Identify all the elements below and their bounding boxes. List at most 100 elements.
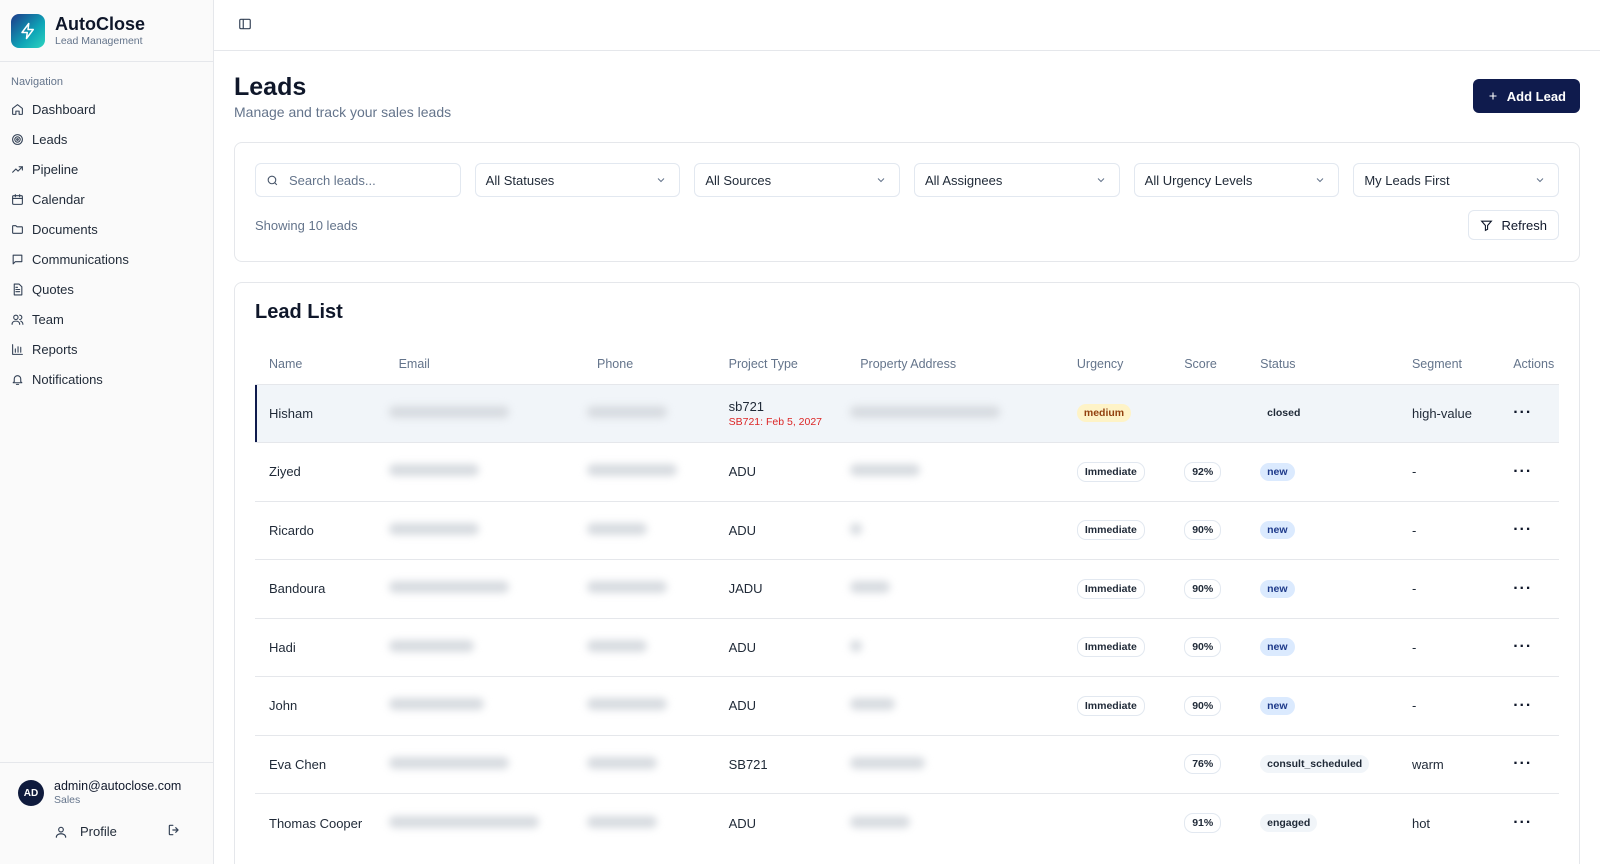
- sidebar-item-pipeline[interactable]: Pipeline: [0, 154, 213, 184]
- chevron-down-icon: [657, 178, 665, 183]
- lead-actions: ···: [1499, 500, 1559, 560]
- sidebar-item-label: Calendar: [32, 191, 85, 207]
- lead-project-type: ADU: [714, 442, 847, 501]
- status-badge: new: [1260, 462, 1295, 481]
- more-actions-icon[interactable]: ···: [1513, 755, 1532, 772]
- table-row[interactable]: Hisham sb721 SB721: Feb 5, 2027 medium c…: [255, 383, 1559, 443]
- lead-phone-redacted: [583, 500, 715, 560]
- column-header-email[interactable]: Email: [385, 344, 583, 384]
- lead-status: new: [1246, 442, 1398, 501]
- column-header-phone[interactable]: Phone: [583, 344, 715, 384]
- urgency-filter-select[interactable]: All Urgency Levels: [1133, 163, 1340, 197]
- lead-email-redacted: [384, 559, 583, 618]
- table-row[interactable]: Ricardo ADU Immediate 90% new - ···: [255, 500, 1559, 560]
- status-badge: new: [1260, 521, 1295, 540]
- lead-segment: -: [1397, 559, 1500, 618]
- avatar: AD: [18, 780, 44, 806]
- sidebar-item-label: Leads: [32, 131, 68, 147]
- chevron-down-icon: [1097, 178, 1105, 183]
- lead-address-redacted: [846, 559, 1063, 618]
- refresh-button[interactable]: Refresh: [1468, 210, 1559, 240]
- lead-actions: ···: [1499, 617, 1559, 677]
- sidebar-item-team[interactable]: Team: [0, 304, 213, 334]
- table-row[interactable]: Bandoura JADU Immediate 90% new - ···: [255, 559, 1559, 618]
- more-actions-icon[interactable]: ···: [1513, 638, 1532, 655]
- more-actions-icon[interactable]: ···: [1513, 580, 1532, 597]
- lead-name: Hadi: [255, 617, 385, 677]
- page-title: Leads: [234, 73, 307, 101]
- lead-urgency: Immediate: [1062, 676, 1171, 735]
- lead-name: Ziyed: [255, 442, 385, 501]
- column-header-project-type[interactable]: Project Type: [715, 344, 847, 384]
- score-badge: 90%: [1184, 637, 1222, 658]
- sidebar-item-reports[interactable]: Reports: [0, 334, 213, 364]
- lead-phone-redacted: [583, 793, 715, 852]
- column-header-urgency[interactable]: Urgency: [1063, 344, 1170, 384]
- status-badge: consult_scheduled: [1260, 755, 1370, 774]
- brand-name: AutoClose: [55, 13, 145, 34]
- sidebar-item-calendar[interactable]: Calendar: [0, 184, 213, 214]
- table-row[interactable]: John ADU Immediate 90% new - ···: [255, 676, 1559, 735]
- column-header-status[interactable]: Status: [1246, 344, 1398, 384]
- lead-score: [1170, 383, 1247, 443]
- more-actions-icon[interactable]: ···: [1513, 521, 1532, 538]
- table-row[interactable]: Hadi ADU Immediate 90% new - ···: [255, 617, 1559, 677]
- add-lead-button[interactable]: Add Lead: [1472, 79, 1580, 113]
- lead-name: Bandoura: [255, 559, 385, 618]
- topbar: [214, 0, 1600, 51]
- lead-segment: high-value: [1397, 383, 1500, 443]
- sort-select[interactable]: My Leads First: [1353, 163, 1560, 197]
- lead-segment: -: [1397, 442, 1500, 501]
- source-filter-select[interactable]: All Sources: [694, 163, 900, 197]
- sidebar-item-leads[interactable]: Leads: [0, 124, 213, 154]
- folder-icon: [12, 224, 23, 234]
- sidebar-item-notifications[interactable]: Notifications: [0, 364, 213, 394]
- column-header-property-address[interactable]: Property Address: [846, 344, 1063, 384]
- profile-link[interactable]: Profile: [54, 824, 117, 839]
- table-row[interactable]: Ziyed ADU Immediate 92% new - ···: [255, 442, 1559, 501]
- lead-email-redacted: [384, 442, 583, 501]
- logout-button[interactable]: [167, 823, 181, 840]
- urgency-filter-value: All Urgency Levels: [1144, 172, 1253, 188]
- chevron-down-icon: [1536, 178, 1544, 183]
- brand[interactable]: AutoClose Lead Management: [0, 0, 213, 62]
- sidebar-toggle-button[interactable]: [238, 17, 252, 34]
- more-actions-icon[interactable]: ···: [1513, 697, 1532, 714]
- column-header-name[interactable]: Name: [255, 344, 385, 384]
- lead-score: 90%: [1170, 500, 1247, 560]
- sidebar-item-communications[interactable]: Communications: [0, 244, 213, 274]
- assignee-filter-select[interactable]: All Assignees: [914, 163, 1120, 197]
- user-info[interactable]: AD admin@autoclose.com Sales: [18, 779, 213, 807]
- table-row[interactable]: Eva Chen SB721 76% consult_scheduled war…: [255, 734, 1559, 794]
- more-actions-icon[interactable]: ···: [1513, 463, 1532, 480]
- lead-status: new: [1246, 676, 1398, 735]
- score-badge: 91%: [1184, 813, 1222, 833]
- column-header-segment[interactable]: Segment: [1398, 344, 1499, 384]
- lead-score: 90%: [1170, 617, 1247, 677]
- brand-subtitle: Lead Management: [55, 34, 143, 47]
- table-row[interactable]: Thomas Cooper ADU 91% engaged hot ···: [255, 793, 1559, 852]
- chevron-down-icon: [1316, 178, 1324, 183]
- search-box[interactable]: [255, 163, 461, 197]
- score-badge: 90%: [1184, 520, 1222, 541]
- urgency-badge: Immediate: [1076, 578, 1145, 599]
- sidebar-item-dashboard[interactable]: Dashboard: [0, 94, 213, 124]
- lead-actions: ···: [1499, 734, 1559, 794]
- lead-score: 90%: [1170, 676, 1247, 735]
- status-filter-select[interactable]: All Statuses: [474, 163, 681, 197]
- lead-status: new: [1246, 617, 1398, 677]
- search-input[interactable]: [289, 172, 449, 188]
- column-header-score[interactable]: Score: [1170, 344, 1246, 384]
- lead-status: closed: [1246, 383, 1398, 443]
- user-icon: [55, 826, 67, 838]
- more-actions-icon[interactable]: ···: [1513, 814, 1532, 831]
- lead-segment: warm: [1397, 734, 1500, 794]
- lead-phone-redacted: [583, 617, 715, 677]
- lead-urgency: Immediate: [1062, 442, 1171, 501]
- sidebar-item-quotes[interactable]: Quotes: [0, 274, 213, 304]
- file-text-icon: [13, 283, 23, 295]
- urgency-badge: Immediate: [1076, 520, 1145, 541]
- more-actions-icon[interactable]: ···: [1513, 404, 1532, 421]
- sidebar-item-documents[interactable]: Documents: [0, 214, 213, 244]
- lead-score: 76%: [1170, 734, 1247, 794]
